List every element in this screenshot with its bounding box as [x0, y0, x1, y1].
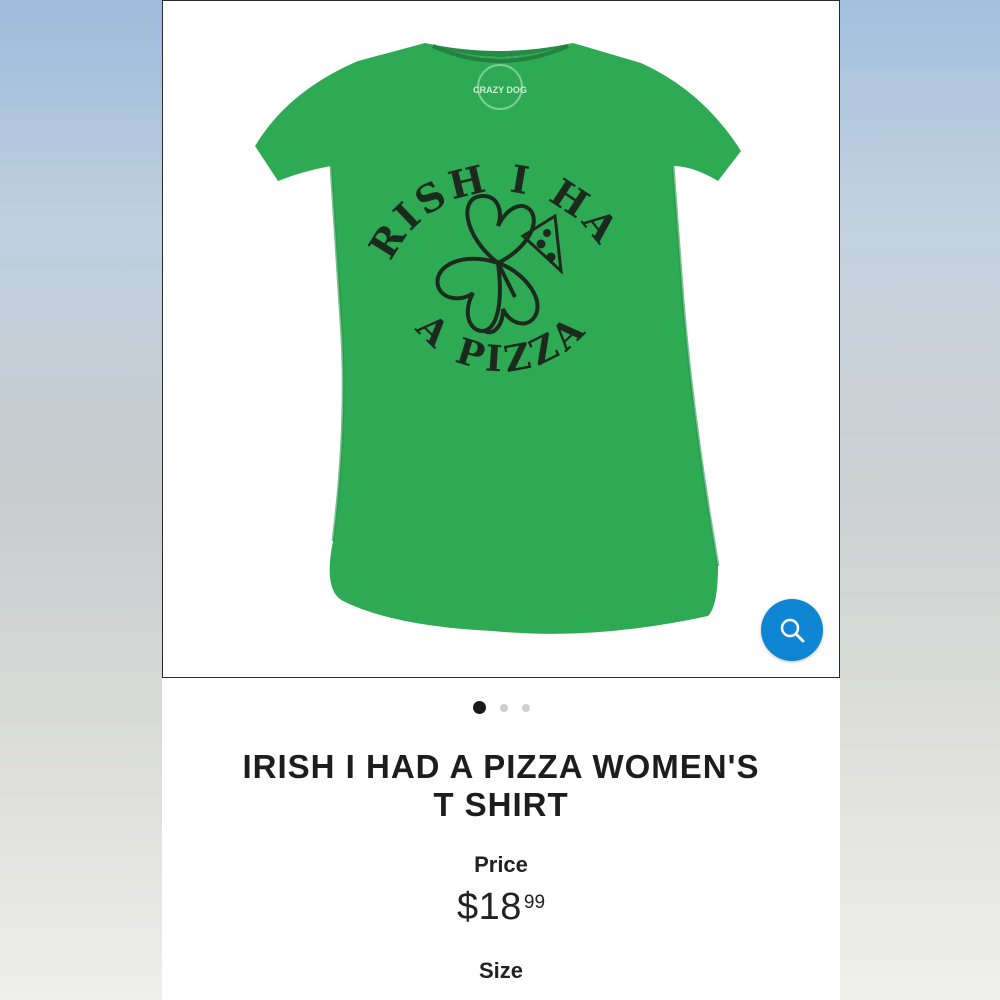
gallery-dot-2[interactable] [499, 703, 508, 712]
background-right [840, 0, 1000, 1000]
background-left [0, 0, 162, 1000]
price: $18 99 [162, 886, 840, 929]
product-title-line1: IRISH I HAD A PIZZA WOMEN'S [242, 748, 760, 785]
gallery-pagination [162, 701, 840, 714]
product-page: CRAZY DOG IRISH I HAD A PIZZA [162, 0, 840, 1000]
size-label: Size [478, 958, 524, 983]
collar-logo: CRAZY DOG [473, 85, 527, 95]
price-dollars: $18 [456, 886, 522, 928]
zoom-button[interactable] [761, 599, 823, 661]
search-icon [780, 618, 805, 643]
product-image[interactable]: CRAZY DOG IRISH I HAD A PIZZA [162, 0, 840, 678]
shirt-image: CRAZY DOG IRISH I HAD A PIZZA [163, 1, 741, 634]
product-title: IRISH I HAD A PIZZA WOMEN'S T SHIRT [182, 748, 820, 824]
price-label: Price [474, 852, 528, 877]
gallery-dot-3[interactable] [521, 703, 530, 712]
price-cents: 99 [523, 892, 546, 913]
product-title-line2: T SHIRT [433, 786, 569, 823]
gallery-dot-1[interactable] [472, 701, 486, 714]
